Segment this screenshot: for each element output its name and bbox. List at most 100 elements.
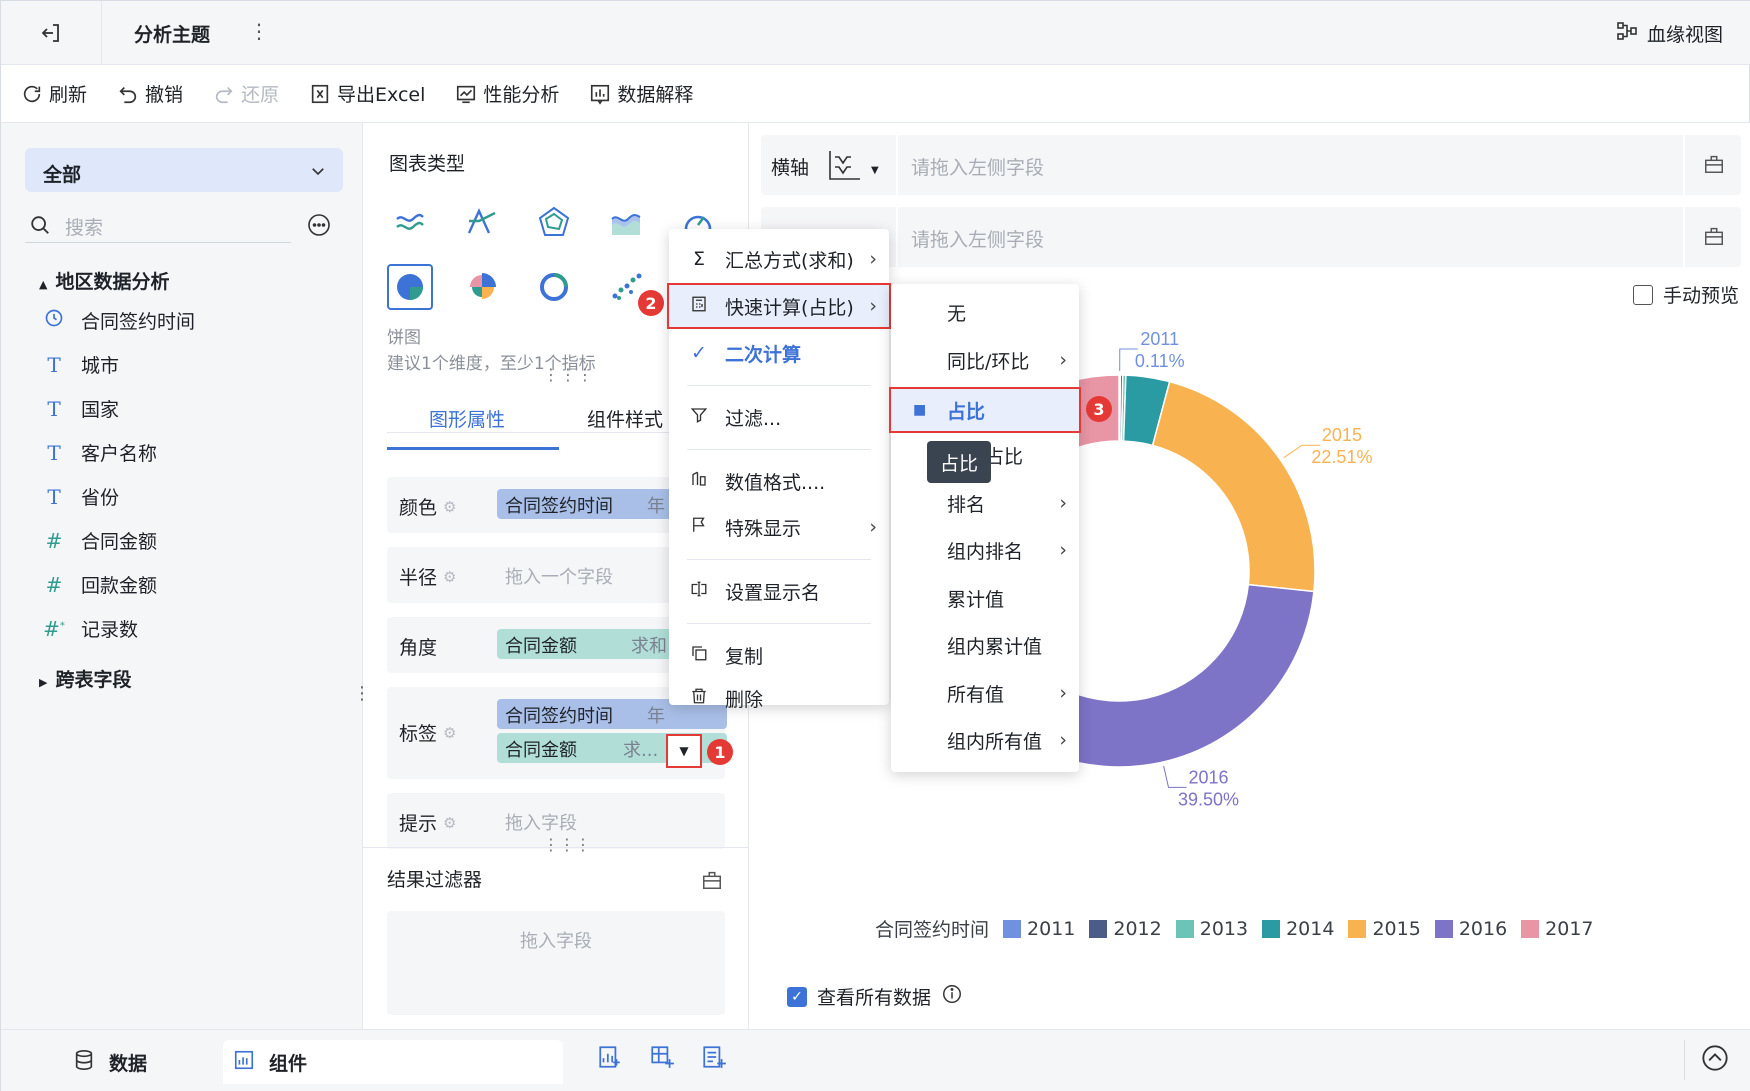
submenu-item-group-all-values[interactable]: 组内所有值 › xyxy=(891,720,1079,760)
refresh-button[interactable]: 刷新 xyxy=(21,80,87,107)
resize-handle[interactable]: ⋮⋮⋮ xyxy=(543,835,591,854)
add-text-icon[interactable] xyxy=(701,1044,727,1074)
field-item[interactable]: # 合同金额 xyxy=(43,527,157,554)
field-item[interactable]: T 国家 xyxy=(43,395,119,422)
exit-icon[interactable] xyxy=(39,21,63,45)
slice-label-percent: 22.51% xyxy=(1311,447,1372,467)
add-table-icon[interactable] xyxy=(649,1044,675,1074)
field-item[interactable]: 合同签约时间 xyxy=(43,307,195,334)
more-options-icon[interactable] xyxy=(307,213,331,241)
search-icon xyxy=(31,216,49,234)
label-leader-line xyxy=(1163,765,1187,788)
submenu-item-group-cumulative[interactable]: 组内累计值 xyxy=(891,625,1079,665)
redo-button[interactable]: 还原 xyxy=(213,80,279,107)
radius-label: 半径 xyxy=(399,567,438,589)
info-icon[interactable] xyxy=(941,983,963,1010)
menu-item-aggregation[interactable]: Σ 汇总方式(求和) › xyxy=(669,239,889,279)
settings-icon[interactable]: ⚙ xyxy=(443,814,456,832)
menu-label: 过滤... xyxy=(725,407,782,430)
filter-settings-icon[interactable] xyxy=(701,869,723,895)
field-item[interactable]: T 城市 xyxy=(43,351,119,378)
field-item[interactable]: T 客户名称 xyxy=(43,439,157,466)
export-excel-button[interactable]: 导出Excel xyxy=(309,80,425,107)
collapse-icon[interactable] xyxy=(1701,1044,1729,1076)
pie-chart-type-selected[interactable] xyxy=(387,264,433,310)
chevron-right-icon: › xyxy=(1059,729,1067,751)
search-placeholder: 搜索 xyxy=(65,217,104,239)
add-chart-icon[interactable] xyxy=(597,1044,623,1074)
number-type-icon: # xyxy=(45,528,63,553)
submenu-item-none[interactable]: 无 xyxy=(891,292,1079,332)
step-badge-3: 3 xyxy=(1086,396,1112,422)
radius-dropzone[interactable]: 拖入一个字段 xyxy=(505,563,613,589)
explain-button[interactable]: 数据解释 xyxy=(589,80,693,107)
data-tab[interactable]: 数据 xyxy=(73,1040,147,1084)
tab-graph-properties[interactable]: 图形属性 xyxy=(429,405,505,432)
legend-item-2011[interactable]: 2011 xyxy=(1003,918,1075,940)
submenu-label: 组内累计值 xyxy=(947,635,1043,658)
menu-item-secondary-calc[interactable]: ✓ 二次计算 xyxy=(669,333,889,373)
toolbar: 刷新 撤销 还原 导出Excel 性能分析 数据解释 xyxy=(1,65,1750,123)
cross-table-group[interactable]: ▶ 跨表字段 xyxy=(39,665,131,692)
legend-item-2017[interactable]: 2017 xyxy=(1521,918,1594,940)
area-chart-type[interactable] xyxy=(603,199,649,245)
legend-item-2013[interactable]: 2013 xyxy=(1175,918,1248,940)
pill-label: 合同签约时间 xyxy=(505,706,613,727)
performance-button[interactable]: 性能分析 xyxy=(455,80,559,107)
line-chart-type[interactable] xyxy=(387,199,433,245)
field-dropdown-trigger[interactable]: ▼ xyxy=(666,734,702,768)
radar-chart-type[interactable] xyxy=(531,199,577,245)
legend-item-2014[interactable]: 2014 xyxy=(1262,918,1334,940)
legend-item-2016[interactable]: 2016 xyxy=(1434,918,1507,940)
result-filter-dropzone[interactable]: 拖入字段 xyxy=(387,911,725,1015)
sigma-icon: Σ xyxy=(692,248,705,270)
more-icon[interactable]: ⋮ xyxy=(249,19,269,43)
legend-item-2015[interactable]: 2015 xyxy=(1348,918,1421,940)
group-node[interactable]: ▲ 地区数据分析 xyxy=(39,267,169,294)
settings-icon[interactable]: ⚙ xyxy=(443,568,456,586)
bottom-bar: 数据 组件 xyxy=(1,1029,1750,1091)
submenu-item-rank[interactable]: 排名 › xyxy=(891,483,1079,523)
field-item[interactable]: #* 记录数 xyxy=(43,615,138,642)
menu-item-quick-calc[interactable]: 快速计算(占比) › xyxy=(667,283,891,329)
menu-item-rename[interactable]: 设置显示名 xyxy=(669,571,889,611)
field-label: 客户名称 xyxy=(81,443,158,465)
submenu-item-group-rank[interactable]: 组内排名 › xyxy=(891,530,1079,570)
scope-select[interactable]: 全部 xyxy=(25,148,343,192)
menu-item-special-display[interactable]: 特殊显示 › xyxy=(669,507,889,547)
scatter-line-type[interactable] xyxy=(459,199,505,245)
undo-button[interactable]: 撤销 xyxy=(117,80,183,107)
donut-chart-type[interactable] xyxy=(531,264,577,310)
lineage-view-button[interactable]: 血缘视图 xyxy=(1615,19,1723,48)
view-all-data-toggle[interactable]: ✓ 查看所有数据 xyxy=(787,983,963,1010)
settings-icon[interactable]: ⚙ xyxy=(443,498,456,516)
search-input[interactable]: 搜索 xyxy=(25,207,291,243)
field-item[interactable]: # 回款金额 xyxy=(43,571,157,598)
rose-chart-type[interactable] xyxy=(459,264,505,310)
legend-item-2012[interactable]: 2012 xyxy=(1089,918,1162,940)
settings-icon[interactable]: ⚙ xyxy=(443,724,456,742)
resize-handle[interactable]: ⋮⋮⋮ xyxy=(543,365,594,384)
submenu-item-percent-selected[interactable]: ■ 占比 xyxy=(889,387,1081,433)
tag-label: 标签 xyxy=(399,723,438,745)
submenu-item-cumulative[interactable]: 累计值 xyxy=(891,578,1079,618)
submenu-item-all-values[interactable]: 所有值 › xyxy=(891,673,1079,713)
tab-component-style[interactable]: 组件样式 xyxy=(587,405,663,432)
format-icon xyxy=(687,470,711,493)
donut-slice-2015[interactable] xyxy=(1151,380,1316,593)
menu-item-number-format[interactable]: 数值格式.... xyxy=(669,461,889,501)
field-item[interactable]: T 省份 xyxy=(43,483,119,510)
tip-dropzone[interactable]: 拖入字段 xyxy=(505,809,577,835)
submenu-label: 占比 xyxy=(947,400,986,423)
menu-item-copy[interactable]: 复制 xyxy=(669,635,889,675)
chart-legend: 合同签约时间 2011 2012 2013 2014 2015 2016 2017 xyxy=(875,915,1594,942)
copy-icon xyxy=(687,644,711,667)
text-type-icon: T xyxy=(47,484,61,509)
checkbox-checked[interactable]: ✓ xyxy=(787,986,807,1007)
menu-item-delete[interactable]: 删除 xyxy=(669,681,889,715)
menu-item-filter[interactable]: 过滤... xyxy=(669,397,889,437)
legend-swatch xyxy=(1175,919,1194,938)
tip-label: 提示 xyxy=(399,813,438,835)
submenu-item-yoy[interactable]: 同比/环比 › xyxy=(891,340,1079,380)
component-tab[interactable]: 组件 xyxy=(223,1040,563,1084)
